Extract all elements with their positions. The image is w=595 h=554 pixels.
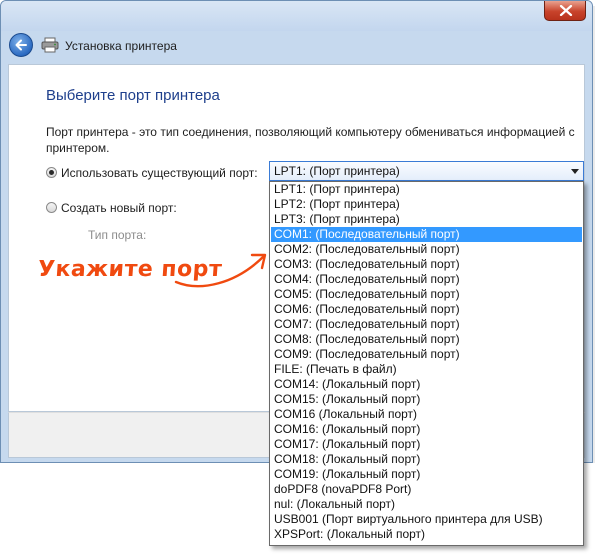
port-option[interactable]: LPT2: (Порт принтера): [271, 197, 582, 212]
port-option[interactable]: COM6: (Последовательный порт): [271, 302, 582, 317]
port-select[interactable]: LPT1: (Порт принтера): [269, 161, 584, 181]
back-button[interactable]: [9, 33, 33, 57]
radio-unchecked[interactable]: [46, 202, 57, 213]
nav-bar: Установка принтера: [1, 27, 592, 63]
window-title: Установка принтера: [65, 39, 177, 53]
close-icon: [559, 5, 573, 16]
port-option[interactable]: doPDF8 (novaPDF8 Port): [271, 482, 582, 497]
port-option[interactable]: COM14: (Локальный порт): [271, 377, 582, 392]
close-button[interactable]: [544, 1, 586, 21]
port-option[interactable]: LPT1: (Порт принтера): [271, 182, 582, 197]
port-option[interactable]: COM9: (Последовательный порт): [271, 347, 582, 362]
port-option[interactable]: COM19: (Локальный порт): [271, 467, 582, 482]
create-new-port-radio[interactable]: Создать новый порт:: [46, 201, 186, 217]
port-option[interactable]: COM17: (Локальный порт): [271, 437, 582, 452]
port-option[interactable]: nul: (Локальный порт): [271, 497, 582, 512]
page-description: Порт принтера - это тип соединения, позв…: [46, 125, 575, 155]
port-option[interactable]: COM8: (Последовательный порт): [271, 332, 582, 347]
port-option-highlighted[interactable]: COM1: (Последовательный порт): [271, 227, 582, 242]
printer-icon: [41, 37, 59, 53]
port-option[interactable]: COM18: (Локальный порт): [271, 452, 582, 467]
annotation-arrow-icon: [174, 253, 267, 288]
create-new-port-label: Создать новый порт:: [61, 201, 177, 215]
port-option[interactable]: COM7: (Последовательный порт): [271, 317, 582, 332]
chevron-down-icon: [571, 169, 579, 174]
port-option[interactable]: COM16 (Локальный порт): [271, 407, 582, 422]
port-dropdown-list[interactable]: LPT1: (Порт принтера) LPT2: (Порт принте…: [269, 181, 584, 546]
port-option[interactable]: FILE: (Печать в файл): [271, 362, 582, 377]
radio-checked[interactable]: [46, 167, 57, 178]
use-existing-port-label: Использовать существующий порт:: [61, 166, 258, 180]
port-option[interactable]: LPT3: (Порт принтера): [271, 212, 582, 227]
port-option[interactable]: COM3: (Последовательный порт): [271, 257, 582, 272]
port-option[interactable]: COM4: (Последовательный порт): [271, 272, 582, 287]
port-option[interactable]: COM5: (Последовательный порт): [271, 287, 582, 302]
port-type-label: Тип порта:: [88, 228, 147, 242]
port-option[interactable]: COM16: (Локальный порт): [271, 422, 582, 437]
port-option[interactable]: XPSPort: (Локальный порт): [271, 527, 582, 542]
page-heading: Выберите порт принтера: [46, 87, 220, 104]
use-existing-port-radio[interactable]: Использовать существующий порт:: [46, 166, 258, 182]
port-option[interactable]: USB001 (Порт виртуального принтера для U…: [271, 512, 582, 527]
back-arrow-icon: [15, 39, 27, 51]
port-option[interactable]: COM2: (Последовательный порт): [271, 242, 582, 257]
port-select-value: LPT1: (Порт принтера): [274, 164, 400, 178]
port-option[interactable]: COM15: (Локальный порт): [271, 392, 582, 407]
